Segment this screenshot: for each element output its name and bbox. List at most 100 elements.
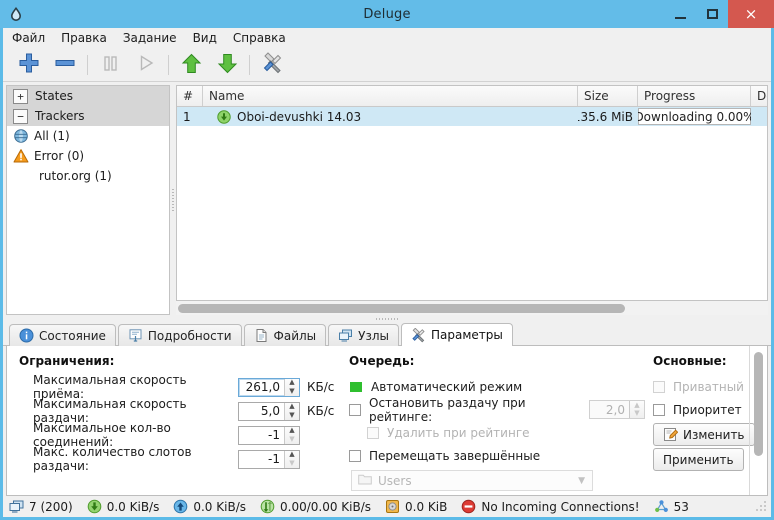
max-upload-slots-input[interactable] [239,451,284,468]
tab-files[interactable]: Файлы [244,324,327,346]
stepper-down-icon[interactable]: ▼ [285,411,299,420]
stepper-up-icon[interactable]: ▲ [285,403,299,412]
private-checkbox[interactable] [653,381,665,393]
stepper-down-icon[interactable]: ▼ [285,459,299,468]
pause-torrent-button[interactable] [92,50,128,80]
tab-options[interactable]: Параметры [401,323,513,346]
max-upload-speed-input[interactable] [239,403,284,420]
hscrollbar-thumb[interactable] [178,304,625,313]
stepper-buttons[interactable]: ▲ ▼ [284,427,299,444]
horizontal-splitter[interactable] [3,315,771,322]
minimize-button[interactable] [664,0,696,28]
prioritize-checkbox[interactable] [653,404,665,416]
max-download-speed-input[interactable] [239,379,284,396]
max-upload-speed-unit: КБ/с [307,404,334,418]
preferences-button[interactable] [254,50,290,80]
status-download-speed[interactable]: 0.0 KiB/s [87,499,160,514]
stop-ratio-input[interactable] [590,401,629,418]
toolbar-separator [87,55,88,75]
remove-torrent-button[interactable] [47,50,83,80]
chevron-down-icon[interactable]: ▼ [578,476,585,486]
queue-group: Очередь: Автоматический режим Остановить… [345,354,645,495]
max-connections-input[interactable] [239,427,284,444]
sidebar-group-trackers[interactable]: − Trackers [7,106,169,126]
remove-at-ratio-row[interactable]: Удалить при рейтинге [367,421,645,444]
options-panel-vscrollbar[interactable] [753,352,764,487]
status-free-space[interactable]: 0.0 KiB [385,499,447,514]
stepper-buttons[interactable]: ▲ ▼ [629,401,644,418]
move-completed-checkbox[interactable] [349,450,361,462]
stepper-up-icon[interactable]: ▲ [285,379,299,388]
torrent-list-header: # Name Size Progress Down [177,86,767,107]
sidebar-item-rutor[interactable]: rutor.org (1) [7,166,169,186]
apply-button[interactable]: Применить [653,448,744,471]
torrent-list-hscrollbar[interactable] [176,301,768,315]
stepper-down-icon[interactable]: ▼ [630,410,644,419]
move-completed-path-chooser[interactable]: Users ▼ [351,470,593,491]
stop-ratio-stepper[interactable]: ▲ ▼ [589,400,645,419]
cell-size: 135.6 MiB [578,110,638,124]
max-connections-row: Максимальное кол-во соединений: ▲ ▼ [19,423,345,447]
menu-help[interactable]: Справка [232,31,287,45]
queue-down-button[interactable] [209,50,245,80]
sidebar-group-states[interactable]: + States [7,86,169,106]
stop-at-ratio-checkbox[interactable] [349,404,361,416]
add-torrent-button[interactable] [11,50,47,80]
arrow-up-icon [180,52,203,78]
status-connections[interactable]: 7 (200) [9,499,73,514]
edit-trackers-button[interactable]: Изменить [653,423,755,446]
tab-peers[interactable]: Узлы [328,324,399,346]
sidebar-group-label: Trackers [35,109,85,123]
status-dht-nodes[interactable]: 53 [654,499,689,514]
status-bar: 7 (200) 0.0 KiB/s 0.0 [3,496,771,517]
max-download-speed-stepper[interactable]: ▲ ▼ [238,378,300,397]
max-upload-slots-stepper[interactable]: ▲ ▼ [238,450,300,469]
table-row[interactable]: 1 Oboi-devushki 14.03 135.6 MiB [177,107,767,126]
stepper-up-icon[interactable]: ▲ [285,427,299,436]
green-updown-arrow-icon [260,499,275,514]
sidebar-filter-tree[interactable]: + States − Trackers All (1) [6,85,170,315]
auto-managed-checkbox[interactable] [350,382,362,392]
panel-edge-divider [749,346,750,495]
status-incoming-connections[interactable]: No Incoming Connections! [461,499,639,514]
column-header-index[interactable]: # [177,86,203,106]
expander-icon[interactable]: − [13,109,28,124]
stepper-buttons[interactable]: ▲ ▼ [284,403,299,420]
queue-up-button[interactable] [173,50,209,80]
expander-icon[interactable]: + [13,89,28,104]
column-header-progress[interactable]: Progress [638,86,751,106]
column-header-size[interactable]: Size [578,86,638,106]
stepper-up-icon[interactable]: ▲ [285,451,299,460]
title-bar: Deluge × [0,0,774,28]
stepper-buttons[interactable]: ▲ ▼ [284,451,299,468]
status-upload-speed[interactable]: 0.0 KiB/s [173,499,246,514]
sidebar-item-all[interactable]: All (1) [7,126,169,146]
menu-edit[interactable]: Правка [60,31,108,45]
max-upload-speed-stepper[interactable]: ▲ ▼ [238,402,300,421]
stepper-down-icon[interactable]: ▼ [285,435,299,444]
menu-file[interactable]: Файл [11,31,46,45]
stepper-up-icon[interactable]: ▲ [630,401,644,410]
sidebar-item-label: All (1) [34,129,70,143]
resume-torrent-button[interactable] [128,50,164,80]
torrent-list[interactable]: # Name Size Progress Down 1 [176,85,768,301]
stepper-buttons[interactable]: ▲ ▼ [284,379,299,396]
move-completed-row[interactable]: Перемещать завершённые [349,444,645,467]
column-header-down[interactable]: Down [751,86,767,106]
close-button[interactable]: × [728,0,774,28]
status-download-speed-text: 0.0 KiB/s [107,500,160,514]
maximize-button[interactable] [696,0,728,28]
menu-torrent[interactable]: Задание [122,31,178,45]
tab-details[interactable]: Подробности [118,324,242,346]
max-connections-stepper[interactable]: ▲ ▼ [238,426,300,445]
stop-at-ratio-row[interactable]: Остановить раздачу при рейтинге: ▲ ▼ [349,398,645,421]
status-protocol-traffic[interactable]: 0.00/0.00 KiB/s [260,499,371,514]
tab-status[interactable]: Состояние [9,324,116,346]
vscrollbar-thumb[interactable] [754,352,763,456]
menu-view[interactable]: Вид [192,31,218,45]
resize-grip-icon[interactable] [756,501,768,513]
sidebar-item-error[interactable]: Error (0) [7,146,169,166]
stepper-down-icon[interactable]: ▼ [285,387,299,396]
column-header-name[interactable]: Name [203,86,578,106]
remove-at-ratio-checkbox[interactable] [367,427,379,439]
